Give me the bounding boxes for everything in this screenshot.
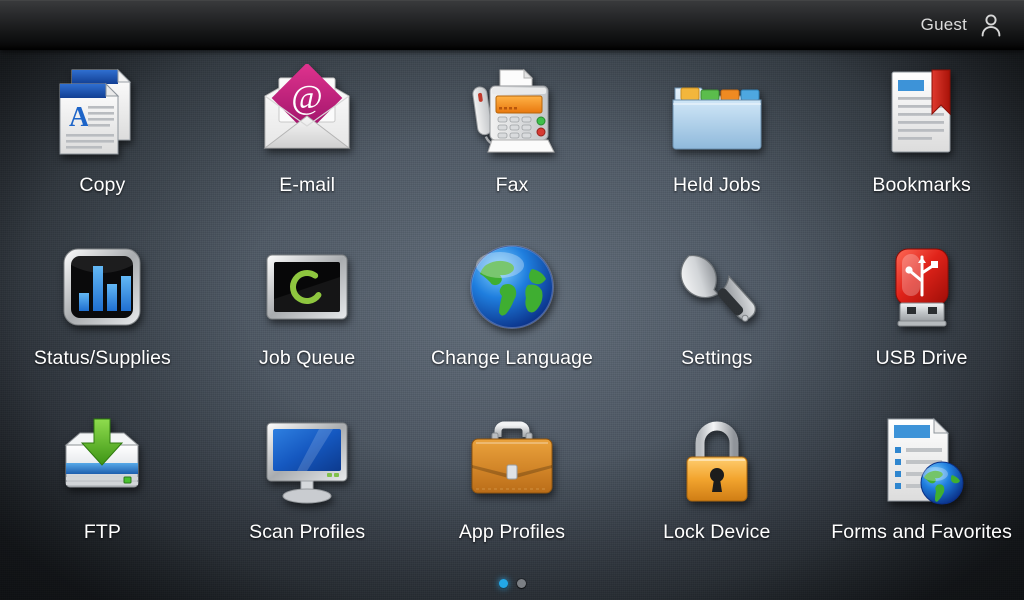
tile-app-profiles[interactable]: App Profiles — [410, 397, 615, 570]
desktop-monitor-icon — [255, 409, 359, 513]
tile-label: Forms and Favorites — [831, 520, 1012, 543]
document-list-globe-icon — [870, 409, 974, 513]
tile-label: Settings — [681, 347, 753, 370]
tile-copy[interactable]: A Copy — [0, 50, 205, 223]
tile-lock-device[interactable]: Lock Device — [614, 397, 819, 570]
globe-icon — [460, 235, 564, 339]
bar-chart-screen-icon — [50, 235, 154, 339]
copy-documents-icon: A — [50, 62, 154, 166]
tile-scan-profiles[interactable]: Scan Profiles — [205, 397, 410, 570]
fax-machine-icon — [460, 62, 564, 166]
tile-label: Status/Supplies — [33, 347, 171, 370]
tile-job-queue[interactable]: Job Queue — [205, 223, 410, 396]
monitor-spinner-icon — [255, 235, 359, 339]
status-bar: Guest — [0, 0, 1024, 50]
svg-text:A: A — [69, 102, 90, 133]
folder-tabs-icon — [665, 62, 769, 166]
person-icon — [978, 12, 1004, 38]
tile-usb-drive[interactable]: USB Drive — [819, 223, 1024, 396]
tile-label: App Profiles — [458, 520, 566, 543]
user-account-button[interactable]: Guest — [921, 0, 1024, 50]
page-indicator — [0, 579, 1024, 588]
tile-label: Scan Profiles — [249, 520, 366, 543]
tile-label: Lock Device — [663, 520, 771, 543]
app-grid: A Copy @ E-mail Fax Held Jobs Bookmarks … — [0, 50, 1024, 570]
email-envelope-at-icon: @ — [255, 62, 359, 166]
document-red-ribbon-icon — [870, 62, 974, 166]
tile-held-jobs[interactable]: Held Jobs — [614, 50, 819, 223]
tile-label: Held Jobs — [672, 174, 761, 196]
page-dot-1[interactable] — [498, 579, 508, 588]
tile-status-supplies[interactable]: Status/Supplies — [0, 223, 205, 396]
tile-label: Job Queue — [259, 347, 356, 370]
tile-label: Change Language — [430, 347, 593, 370]
svg-text:@: @ — [292, 79, 323, 116]
tile-label: Copy — [79, 174, 126, 196]
tile-settings[interactable]: Settings — [614, 223, 819, 396]
tile-change-language[interactable]: Change Language — [410, 223, 615, 396]
tile-label: Fax — [495, 174, 529, 196]
printer-home-screen: Guest A Copy @ E-mail Fax Held Jobs Book… — [0, 0, 1024, 600]
user-name-label: Guest — [920, 15, 967, 34]
tile-bookmarks[interactable]: Bookmarks — [819, 50, 1024, 223]
tile-ftp[interactable]: FTP — [0, 397, 205, 570]
tile-forms-and-favorites[interactable]: Forms and Favorites — [819, 397, 1024, 570]
tile-label: E-mail — [279, 174, 336, 196]
drive-download-arrow-icon — [50, 409, 154, 513]
page-dot-2[interactable] — [516, 579, 526, 588]
padlock-icon — [665, 409, 769, 513]
usb-flash-drive-icon — [870, 235, 974, 339]
briefcase-icon — [460, 409, 564, 513]
tile-label: USB Drive — [875, 347, 968, 370]
tile-fax[interactable]: Fax — [410, 50, 615, 223]
tile-email[interactable]: @ E-mail — [205, 50, 410, 223]
tile-label: Bookmarks — [872, 174, 971, 196]
wrench-icon — [665, 235, 769, 339]
tile-label: FTP — [83, 520, 121, 543]
